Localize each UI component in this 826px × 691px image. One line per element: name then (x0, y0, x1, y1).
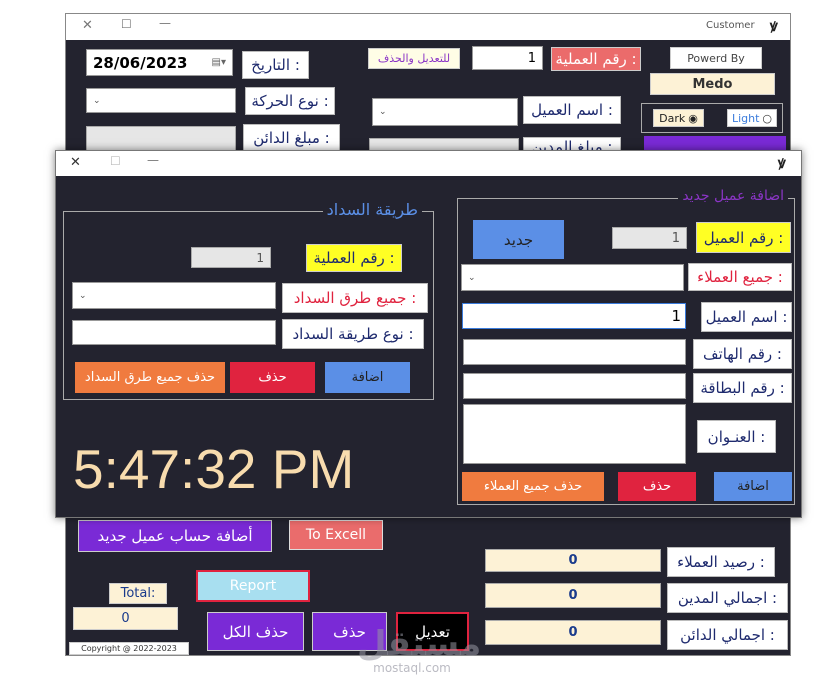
excel-button[interactable]: To Excell (289, 520, 383, 550)
total-creditor-field: 0 (485, 620, 661, 645)
total-creditor-label: اجمالي الدائن : (667, 620, 788, 650)
customer-name-field[interactable]: 1 (462, 303, 686, 329)
customer-no-value: 1 (671, 230, 680, 246)
total-creditor-value: 0 (568, 625, 578, 640)
customers-balance-label: رصيد العملاء : (667, 547, 775, 577)
main-titlebar: ✕ ☐ — Customer ꝟ (66, 14, 790, 40)
operation-no-label: رقم العملية : (551, 47, 641, 71)
date-label: التاريخ : (242, 51, 309, 79)
maximize-icon[interactable]: ☐ (121, 17, 132, 31)
app-icon: ꝟ (778, 154, 786, 172)
operation-no-value: 1 (527, 50, 536, 66)
chevron-down-icon: ⌄ (93, 95, 101, 106)
dialog-titlebar: ✕ ☐ — ꝟ (56, 151, 801, 176)
total-debtor-field: 0 (485, 583, 661, 608)
delete-all-button[interactable]: حذف الكل (207, 612, 304, 651)
close-icon[interactable]: ✕ (70, 155, 81, 170)
close-icon[interactable]: ✕ (82, 18, 93, 33)
edit-delete-badge: للتعديل والحذف (368, 48, 460, 69)
add-account-button[interactable]: أضافة حساب عميل جديد (78, 520, 272, 552)
customers-balance-value: 0 (568, 553, 578, 568)
payment-operation-field[interactable]: 1 (191, 247, 271, 268)
creditor-amount-field[interactable] (86, 126, 236, 151)
watermark-logo: مستقل (357, 624, 482, 664)
total-debtor-label: اجمالي المدين : (667, 583, 788, 613)
total-label: Total: (109, 583, 167, 604)
method-type-label: نوع طريقة السداد : (282, 319, 424, 349)
all-customers-label: جميع العملاء : (688, 263, 792, 291)
chevron-down-icon: ⌄ (379, 107, 387, 117)
payment-operation-value: 1 (256, 250, 264, 265)
payment-delete-all-button[interactable]: حذف جميع طرق السداد (75, 362, 225, 393)
dialog-window: ✕ ☐ — ꝟ طريقة السداد 1 رقم العملية : ⌄ ج… (55, 150, 802, 518)
app-icon: ꝟ (770, 17, 778, 35)
operation-no-field[interactable]: 1 (472, 46, 543, 70)
powered-by-badge: Powerd By (670, 47, 762, 69)
payment-operation-label: رقم العملية : (306, 244, 402, 272)
maximize-icon[interactable]: ☐ (110, 154, 121, 168)
radio-unchecked-icon[interactable]: ○ (762, 112, 772, 125)
date-field[interactable]: 28/06/2023 ▤▾ (86, 49, 233, 76)
creditor-amount-label: مبلغ الدائن : (243, 124, 340, 152)
minimize-icon[interactable]: — (159, 16, 171, 30)
phone-field[interactable] (463, 339, 686, 365)
address-field[interactable] (463, 404, 686, 464)
method-type-field[interactable] (72, 320, 276, 345)
customer-delete-button[interactable]: حذف (618, 472, 696, 501)
customer-delete-all-button[interactable]: حذف جميع العملاء (462, 472, 604, 501)
theme-group: Dark ◉ Light ○ (641, 103, 783, 133)
copyright-text: Copyright @ 2022-2023 (69, 642, 189, 655)
phone-label: رقم الهاتف : (693, 339, 792, 369)
all-methods-select[interactable]: ⌄ (72, 282, 276, 309)
chevron-down-icon: ⌄ (79, 290, 87, 301)
customer-name-label: اسم العميل : (701, 302, 792, 332)
card-field[interactable] (463, 373, 686, 399)
all-methods-label: جميع طرق السداد : (282, 283, 428, 313)
window-title: Customer (706, 20, 755, 31)
total-debtor-value: 0 (568, 588, 578, 603)
payment-group-title: طريقة السداد (322, 200, 422, 219)
dark-theme-option[interactable]: Dark ◉ (653, 109, 704, 127)
movement-type-label: نوع الحركة : (245, 87, 335, 115)
payment-delete-button[interactable]: حذف (230, 362, 315, 393)
customer-name-label: اسم العميل : (523, 96, 621, 124)
watermark-url: mostaql.com (373, 661, 451, 675)
customer-add-button[interactable]: اضافة (714, 472, 792, 501)
customer-group-title: اضافة عميل جديد (678, 188, 788, 204)
card-label: رقم البطاقة : (693, 373, 792, 403)
customer-name-value: 1 (671, 307, 681, 325)
payment-add-button[interactable]: اضافة (325, 362, 410, 393)
minimize-icon[interactable]: — (147, 153, 159, 167)
customers-balance-field: 0 (485, 549, 661, 572)
light-label: Light (731, 111, 760, 125)
address-label: العنـوان : (697, 420, 776, 453)
total-value: 0 (73, 607, 178, 630)
radio-checked-icon[interactable]: ◉ (688, 112, 698, 125)
date-value: 28/06/2023 (93, 53, 188, 72)
chevron-down-icon: ⌄ (468, 272, 476, 283)
dark-label: Dark (659, 111, 686, 125)
author-badge: Medo (650, 73, 775, 95)
customer-name-select[interactable]: ⌄ (372, 98, 518, 126)
new-customer-button[interactable]: جديد (473, 220, 564, 259)
customer-no-label: رقم العميل : (696, 222, 791, 253)
report-button[interactable]: Report (196, 570, 310, 602)
movement-type-select[interactable]: ⌄ (86, 88, 236, 113)
clock-display: 5:47:32 PM (73, 438, 355, 500)
calendar-icon[interactable]: ▤▾ (212, 57, 226, 68)
all-customers-select[interactable]: ⌄ (461, 264, 684, 291)
customer-no-field[interactable]: 1 (612, 227, 687, 249)
light-theme-option[interactable]: Light ○ (727, 109, 777, 127)
